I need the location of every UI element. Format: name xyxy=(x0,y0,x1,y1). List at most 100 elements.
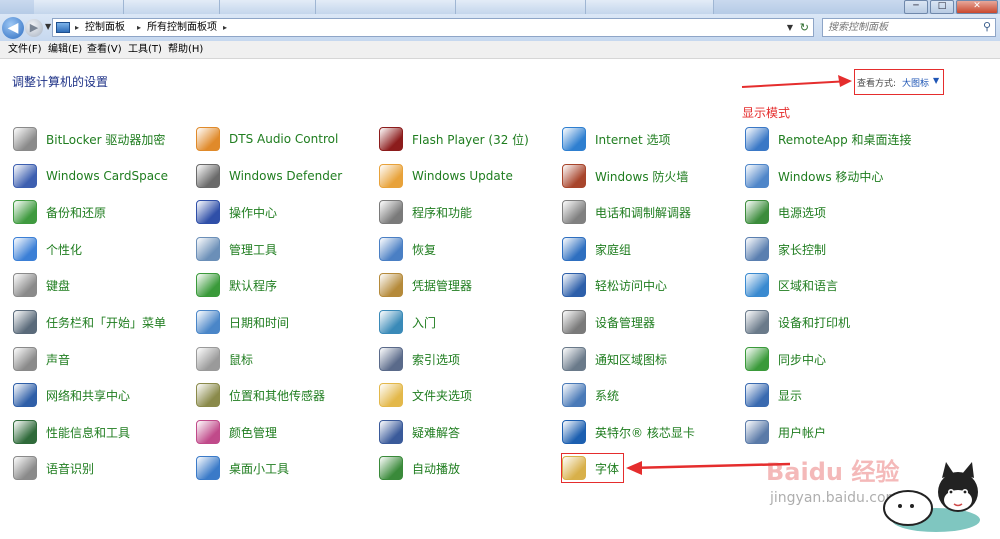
dts-audio-icon xyxy=(196,127,220,151)
cp-item-credential[interactable]: 凭据管理器 xyxy=(379,273,472,297)
cp-item-firewall[interactable]: Windows 防火墙 xyxy=(562,164,688,188)
cp-item-label: Flash Player (32 位) xyxy=(412,132,529,147)
cp-item-label: 程序和功能 xyxy=(412,205,473,220)
sync-center-icon xyxy=(745,347,769,371)
cp-item-indexing[interactable]: 索引选项 xyxy=(379,347,460,371)
autoplay-icon xyxy=(379,456,403,480)
cp-item-bitlocker[interactable]: BitLocker 驱动器加密 xyxy=(13,127,165,151)
breadcrumb-control-panel[interactable]: 控制面板 xyxy=(85,19,125,36)
folder-options-icon xyxy=(379,383,403,407)
cp-item-datetime[interactable]: 日期和时间 xyxy=(196,310,289,334)
chevron-down-icon[interactable]: ▼ xyxy=(933,76,939,85)
cp-item-folder-options[interactable]: 文件夹选项 xyxy=(379,383,472,407)
address-bar[interactable]: ▸ 控制面板 ▸ 所有控制面板项 ▸ ▼ ↻ xyxy=(52,18,814,37)
cp-item-mobility-center[interactable]: Windows 移动中心 xyxy=(745,164,883,188)
cp-item-mouse[interactable]: 鼠标 xyxy=(196,347,253,371)
cp-item-getting-started[interactable]: 入门 xyxy=(379,310,436,334)
refresh-icon[interactable]: ↻ xyxy=(800,19,809,36)
cp-item-autoplay[interactable]: 自动播放 xyxy=(379,456,460,480)
cp-item-label: 语音识别 xyxy=(46,461,95,476)
cp-item-admin-tools[interactable]: 管理工具 xyxy=(196,237,277,261)
menu-help[interactable]: 帮助(H) xyxy=(168,41,203,58)
control-panel-icon xyxy=(56,22,70,33)
datetime-icon xyxy=(196,310,220,334)
view-by-label: 查看方式: xyxy=(857,79,897,89)
menu-file[interactable]: 文件(F) xyxy=(8,41,42,58)
address-toolbar: ◀ ▶ ▼ ▸ 控制面板 ▸ 所有控制面板项 ▸ ▼ ↻ ⚲ xyxy=(0,14,1000,41)
browser-tab[interactable] xyxy=(220,0,316,14)
minimize-button[interactable]: ─ xyxy=(904,0,928,14)
cp-item-windows-update[interactable]: Windows Update xyxy=(379,164,513,188)
cp-item-phone-modem[interactable]: 电话和调制解调器 xyxy=(562,200,691,224)
cp-item-default-programs[interactable]: 默认程序 xyxy=(196,273,277,297)
cp-item-label: 电话和调制解调器 xyxy=(595,205,692,220)
address-dropdown-icon[interactable]: ▼ xyxy=(787,19,793,36)
cp-item-region-language[interactable]: 区域和语言 xyxy=(745,273,838,297)
cp-item-remoteapp[interactable]: RemoteApp 和桌面连接 xyxy=(745,127,912,151)
indexing-icon xyxy=(379,347,403,371)
menu-tools[interactable]: 工具(T) xyxy=(128,41,162,58)
browser-tab[interactable] xyxy=(456,0,586,14)
cp-item-network[interactable]: 网络和共享中心 xyxy=(13,383,130,407)
close-button[interactable]: ✕ xyxy=(956,0,998,14)
breadcrumb-separator-icon[interactable]: ▸ xyxy=(223,19,227,36)
cp-item-homegroup[interactable]: 家庭组 xyxy=(562,237,631,261)
cp-item-defender[interactable]: Windows Defender xyxy=(196,164,342,188)
cp-item-ease-of-access[interactable]: 轻松访问中心 xyxy=(562,273,667,297)
cp-item-sound[interactable]: 声音 xyxy=(13,347,70,371)
sound-icon xyxy=(13,347,37,371)
browser-tab[interactable] xyxy=(124,0,220,14)
network-icon xyxy=(13,383,37,407)
cp-item-backup[interactable]: 备份和还原 xyxy=(13,200,106,224)
cp-item-flash[interactable]: Flash Player (32 位) xyxy=(379,127,529,151)
breadcrumb-all-items[interactable]: 所有控制面板项 xyxy=(147,19,217,36)
cp-item-speech-recognition[interactable]: 语音识别 xyxy=(13,456,94,480)
cp-item-action-center[interactable]: 操作中心 xyxy=(196,200,277,224)
display-icon xyxy=(745,383,769,407)
cp-item-devices-printers[interactable]: 设备和打印机 xyxy=(745,310,850,334)
browser-tab[interactable] xyxy=(586,0,714,14)
search-icon[interactable]: ⚲ xyxy=(983,20,991,33)
cp-item-label: 用户帐户 xyxy=(778,425,827,440)
back-button[interactable]: ◀ xyxy=(2,17,24,39)
cp-item-keyboard[interactable]: 键盘 xyxy=(13,273,70,297)
cp-item-power[interactable]: 电源选项 xyxy=(745,200,826,224)
defender-icon xyxy=(196,164,220,188)
forward-button[interactable]: ▶ xyxy=(25,19,43,37)
cp-item-user-accounts[interactable]: 用户帐户 xyxy=(745,420,826,444)
menu-edit[interactable]: 编辑(E) xyxy=(48,41,82,58)
history-dropdown-icon[interactable]: ▼ xyxy=(45,22,51,31)
cp-item-personalization[interactable]: 个性化 xyxy=(13,237,82,261)
cp-item-label: 电源选项 xyxy=(778,205,827,220)
cp-item-gadgets[interactable]: 桌面小工具 xyxy=(196,456,289,480)
cp-item-intel-graphics[interactable]: 英特尔® 核芯显卡 xyxy=(562,420,695,444)
view-by-value[interactable]: 大图标 xyxy=(902,76,929,89)
menu-view[interactable]: 查看(V) xyxy=(87,41,122,58)
cp-item-dts-audio[interactable]: DTS Audio Control xyxy=(196,127,338,151)
browser-tab[interactable] xyxy=(316,0,456,14)
cp-item-programs[interactable]: 程序和功能 xyxy=(379,200,472,224)
search-input[interactable] xyxy=(823,19,978,36)
cp-item-troubleshooting[interactable]: 疑难解答 xyxy=(379,420,460,444)
cp-item-recovery[interactable]: 恢复 xyxy=(379,237,436,261)
cp-item-sync-center[interactable]: 同步中心 xyxy=(745,347,826,371)
cp-item-performance[interactable]: 性能信息和工具 xyxy=(13,420,130,444)
cp-item-display[interactable]: 显示 xyxy=(745,383,802,407)
cp-item-taskbar[interactable]: 任务栏和「开始」菜单 xyxy=(13,310,166,334)
browser-tab[interactable] xyxy=(34,0,124,14)
search-box: ⚲ xyxy=(822,18,996,37)
view-by-selector[interactable]: 查看方式: 大图标 ▼ xyxy=(854,69,944,95)
location-sensors-icon xyxy=(196,383,220,407)
breadcrumb-separator-icon[interactable]: ▸ xyxy=(137,19,141,36)
cp-item-cardspace[interactable]: Windows CardSpace xyxy=(13,164,168,188)
cp-item-system[interactable]: 系统 xyxy=(562,383,619,407)
cp-item-color-management[interactable]: 颜色管理 xyxy=(196,420,277,444)
cp-item-parental-controls[interactable]: 家长控制 xyxy=(745,237,826,261)
maximize-button[interactable]: □ xyxy=(930,0,954,14)
cp-item-internet-options[interactable]: Internet 选项 xyxy=(562,127,670,151)
backup-icon xyxy=(13,200,37,224)
cp-item-device-manager[interactable]: 设备管理器 xyxy=(562,310,655,334)
cp-item-location-sensors[interactable]: 位置和其他传感器 xyxy=(196,383,325,407)
breadcrumb-separator-icon[interactable]: ▸ xyxy=(75,19,79,36)
cp-item-notification-area[interactable]: 通知区域图标 xyxy=(562,347,667,371)
